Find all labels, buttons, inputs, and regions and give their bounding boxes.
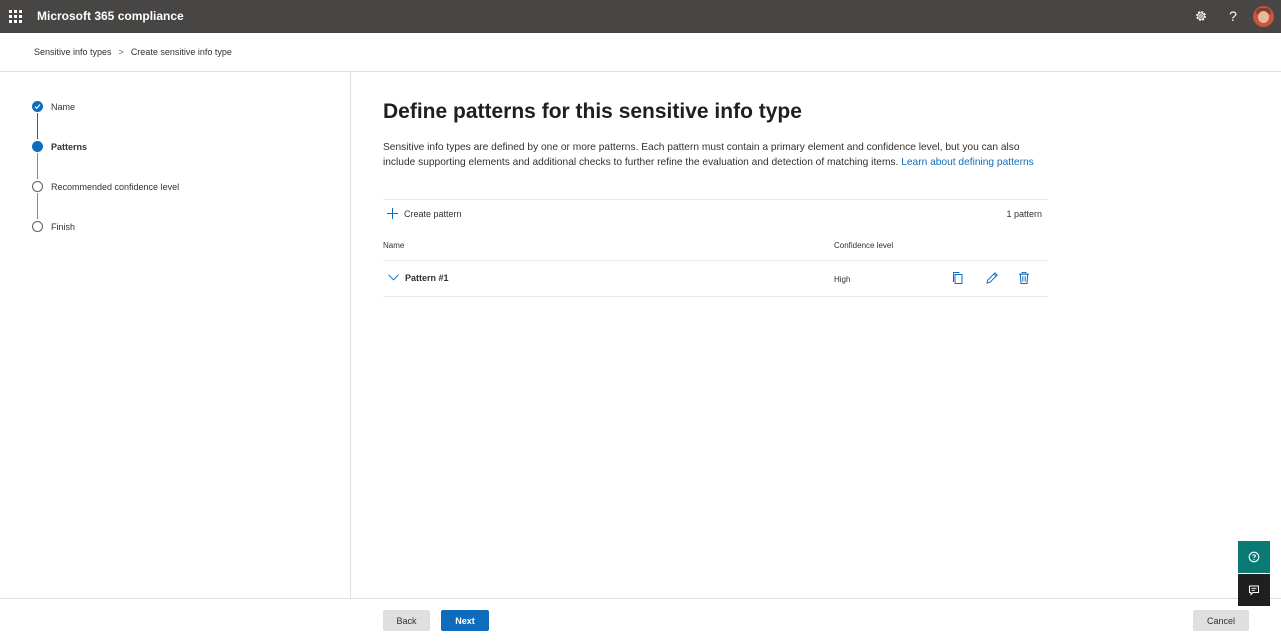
wizard-connector <box>37 193 38 219</box>
footer-divider <box>0 598 1281 599</box>
check-icon <box>32 101 43 112</box>
next-button[interactable]: Next <box>441 610 489 631</box>
toolbar-divider <box>383 199 1048 200</box>
current-step-icon <box>32 141 43 152</box>
breadcrumb: Sensitive info types > Create sensitive … <box>34 47 232 57</box>
wizard-step-label: Recommended confidence level <box>51 181 180 192</box>
feedback-icon[interactable] <box>1238 574 1270 606</box>
wizard-step-patterns[interactable]: Patterns <box>32 141 87 152</box>
waffle-icon[interactable] <box>9 10 22 23</box>
wizard-divider <box>350 72 351 598</box>
breadcrumb-item-create-sensitive-info-type: Create sensitive info type <box>130 47 232 57</box>
page-description: Sensitive info types are defined by one … <box>383 141 1053 170</box>
delete-icon[interactable] <box>1017 271 1031 285</box>
help-icon[interactable]: ? <box>1225 8 1241 24</box>
wizard-step-label: Name <box>51 101 76 112</box>
learn-about-patterns-link[interactable]: Learn about defining patterns <box>901 157 1034 168</box>
chevron-right-icon: > <box>118 47 124 57</box>
pattern-row-toggle[interactable]: Pattern #1 <box>388 273 449 283</box>
column-header-name[interactable]: Name <box>383 241 404 250</box>
create-pattern-label: Create pattern <box>404 208 462 219</box>
avatar[interactable] <box>1253 6 1274 27</box>
pattern-count: 1 pattern <box>1006 209 1042 219</box>
pending-step-icon <box>32 221 43 232</box>
cancel-button[interactable]: Cancel <box>1193 610 1249 631</box>
gear-icon[interactable] <box>1193 8 1209 24</box>
wizard-connector <box>37 113 38 139</box>
copy-icon[interactable] <box>951 271 965 285</box>
wizard-connector <box>37 153 38 179</box>
question-circle-icon[interactable] <box>1238 541 1270 573</box>
wizard-step-name[interactable]: Name <box>32 101 75 112</box>
wizard-step-finish[interactable]: Finish <box>32 221 75 232</box>
breadcrumb-item-sensitive-info-types[interactable]: Sensitive info types <box>34 47 112 57</box>
pattern-confidence: High <box>834 275 851 284</box>
create-pattern-button[interactable]: Create pattern <box>387 208 462 219</box>
plus-icon <box>387 208 398 219</box>
edit-icon[interactable] <box>985 271 999 285</box>
wizard-step-label: Patterns <box>51 141 88 152</box>
chevron-down-icon <box>388 273 399 283</box>
pattern-name: Pattern #1 <box>405 273 449 283</box>
column-header-confidence-level[interactable]: Confidence level <box>834 241 893 250</box>
wizard-step-recommended-confidence-level[interactable]: Recommended confidence level <box>32 181 179 192</box>
page-title: Define patterns for this sensitive info … <box>383 100 802 123</box>
top-bar: Microsoft 365 compliance ? <box>0 0 1281 33</box>
header-divider <box>0 71 1281 72</box>
wizard-step-label: Finish <box>51 221 76 232</box>
back-button[interactable]: Back <box>383 610 430 631</box>
pending-step-icon <box>32 181 43 192</box>
app-title[interactable]: Microsoft 365 compliance <box>37 9 184 23</box>
table-header-divider <box>383 260 1048 261</box>
table-row-divider <box>383 296 1048 297</box>
